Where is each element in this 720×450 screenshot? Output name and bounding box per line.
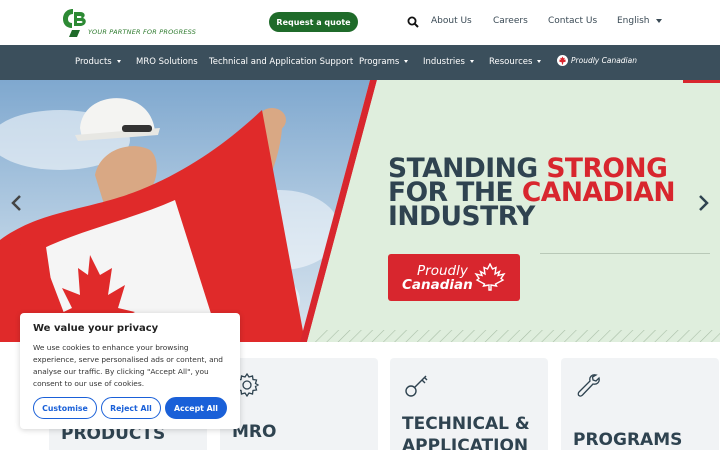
badge-line2: Canadian	[402, 277, 473, 293]
accept-all-button[interactable]: Accept All	[165, 397, 227, 419]
nav-item-label: Resources	[489, 57, 533, 67]
cookie-consent-banner: We value your privacy We use cookies to …	[20, 313, 240, 429]
card-technical-application[interactable]: TECHNICAL & APPLICATION	[390, 358, 548, 450]
carousel-next-arrow-icon[interactable]	[697, 194, 711, 212]
nav-item-label: Programs	[359, 57, 400, 67]
language-selector[interactable]: English	[617, 16, 662, 26]
customise-button[interactable]: Customise	[33, 397, 97, 419]
card-mro[interactable]: MRO	[220, 358, 378, 450]
main-navigation: Products MRO Solutions Technical and App…	[0, 45, 720, 80]
nav-item-technical-support[interactable]: Technical and Application Support	[209, 57, 353, 67]
nav-item-mro-solutions[interactable]: MRO Solutions	[136, 57, 198, 67]
nav-item-resources[interactable]: Resources	[489, 57, 542, 67]
company-logo[interactable]: YOUR PARTNER FOR PROGRESS	[60, 6, 200, 40]
hero-headline: STANDING STRONG FOR THE CANADIAN INDUSTR…	[388, 155, 676, 232]
about-us-link[interactable]: About Us	[431, 16, 472, 26]
headline-line2-red: CANADIAN	[521, 177, 676, 208]
chevron-down-icon	[537, 60, 542, 63]
wrench-icon	[577, 374, 600, 397]
nav-item-programs[interactable]: Programs	[359, 57, 409, 67]
logo-tagline: YOUR PARTNER FOR PROGRESS	[88, 28, 197, 36]
maple-leaf-icon	[474, 263, 506, 291]
card-title-line1: TECHNICAL &	[402, 414, 530, 434]
cookie-title: We value your privacy	[33, 323, 159, 334]
card-programs[interactable]: PROGRAMS	[561, 358, 719, 450]
logo-mark-icon	[63, 9, 86, 37]
nav-item-label: Products	[75, 57, 112, 67]
search-icon[interactable]	[407, 16, 419, 28]
maple-leaf-icon	[557, 55, 568, 66]
card-title-line2: APPLICATION	[402, 436, 529, 450]
carousel-prev-arrow-icon[interactable]	[9, 194, 23, 212]
card-title: PROGRAMS	[573, 430, 683, 450]
nav-item-label: Industries	[423, 57, 465, 67]
top-header: YOUR PARTNER FOR PROGRESS Request a quot…	[0, 0, 720, 45]
reject-all-button[interactable]: Reject All	[101, 397, 161, 419]
chevron-down-icon	[655, 18, 662, 23]
nav-item-label: Technical and Application Support	[209, 57, 354, 67]
language-label: English	[617, 16, 650, 26]
chevron-down-icon	[116, 60, 121, 63]
chevron-down-icon	[469, 60, 474, 63]
careers-link[interactable]: Careers	[493, 16, 528, 26]
proudly-canadian-badge: Proudly Canadian	[388, 254, 520, 301]
key-icon	[405, 375, 428, 397]
nav-item-products[interactable]: Products	[75, 57, 121, 67]
contact-us-link[interactable]: Contact Us	[548, 16, 597, 26]
headline-line3: INDUSTRY	[388, 201, 535, 232]
cookie-description: We use cookies to enhance your browsing …	[33, 343, 224, 388]
nav-item-label: MRO Solutions	[136, 57, 198, 67]
proudly-canadian-label: Proudly Canadian	[571, 56, 637, 65]
request-quote-button[interactable]: Request a quote	[269, 12, 358, 32]
proudly-canadian-link[interactable]: Proudly Canadian	[557, 55, 637, 66]
hero-divider	[540, 253, 710, 254]
chevron-down-icon	[404, 60, 409, 63]
hero-accent-bar	[683, 80, 720, 83]
nav-item-industries[interactable]: Industries	[423, 57, 474, 67]
